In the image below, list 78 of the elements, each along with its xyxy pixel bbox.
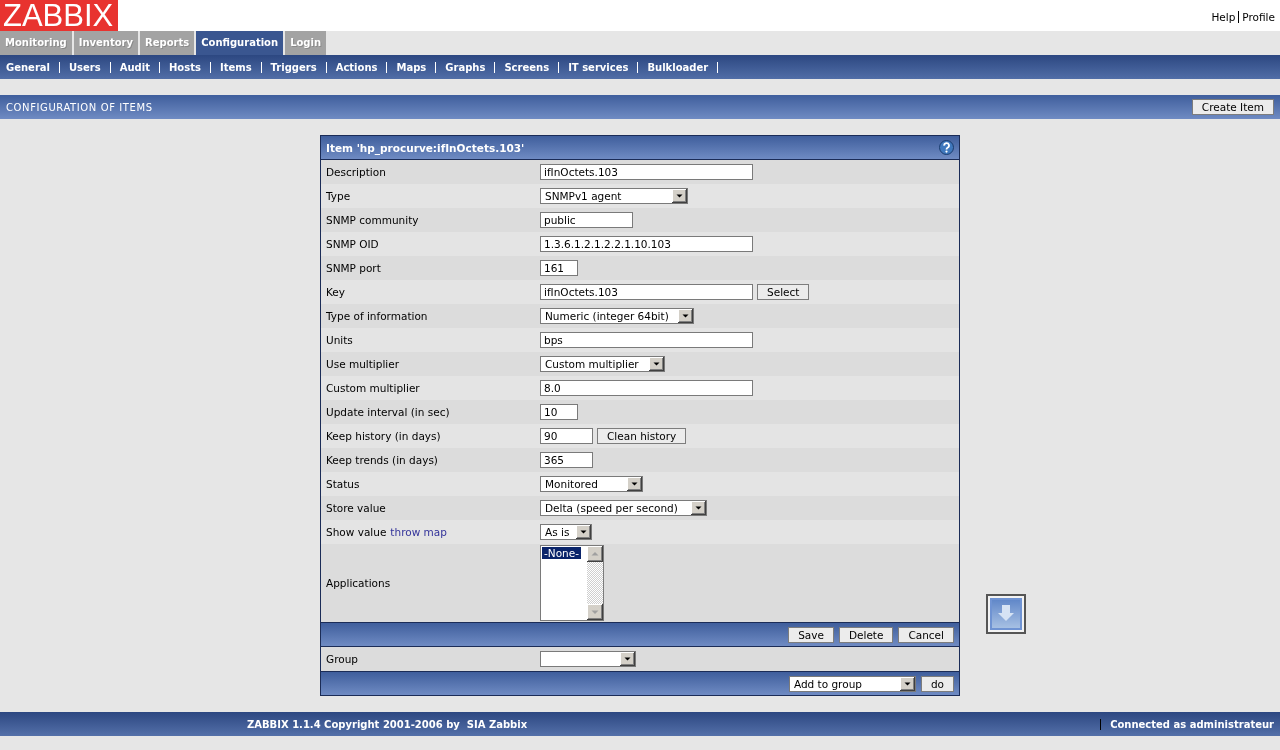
units-field[interactable]: bps: [540, 332, 753, 348]
mass-action-dropdown[interactable]: Add to group: [788, 675, 916, 692]
logo: ZABBIX: [0, 0, 118, 31]
group-dropdown[interactable]: [540, 651, 636, 667]
field-label: Keep trends (in days): [326, 454, 438, 466]
copyright-text: ZABBIX 1.1.4 Copyright 2001-2006 by SIA Zabbix: [246, 718, 528, 730]
description-field[interactable]: ifInOctets.103: [540, 164, 753, 180]
dropdown-arrow-icon[interactable]: [576, 525, 591, 539]
field-label: Use multiplier: [326, 358, 400, 370]
help-icon[interactable]: [939, 140, 954, 155]
dropdown-arrow-icon[interactable]: [672, 189, 687, 203]
connection-status: Connected as administrateur: [1110, 718, 1274, 730]
menu-link[interactable]: Hosts: [169, 61, 201, 73]
scroll-down-icon[interactable]: [587, 604, 603, 620]
dropdown-arrow-icon[interactable]: [627, 477, 642, 491]
menu-link[interactable]: IT services: [568, 61, 629, 73]
field-label: Group: [326, 653, 358, 665]
field-label: Type: [326, 190, 351, 202]
field-label: Keep history (in days): [326, 430, 441, 442]
menu-link[interactable]: Items: [219, 61, 252, 73]
field-label: SNMP port: [326, 262, 381, 274]
field-label: SNMP OID: [326, 238, 379, 250]
field-label: Status: [326, 478, 360, 490]
menu-link[interactable]: Screens: [504, 61, 550, 73]
dropdown-arrow-icon[interactable]: [678, 309, 693, 323]
nav-tab[interactable]: Configuration: [196, 31, 284, 55]
create-item-button[interactable]: Create Item: [1191, 99, 1274, 115]
field-label: Applications: [326, 577, 391, 589]
header-link[interactable]: Help: [1211, 11, 1236, 23]
snmp-community-field[interactable]: public: [540, 212, 633, 228]
field-label: Key: [326, 286, 346, 298]
dropdown-arrow-icon[interactable]: [649, 357, 664, 371]
type-dropdown[interactable]: SNMPv1 agent: [540, 188, 688, 204]
key-field[interactable]: ifInOctets.103: [540, 284, 753, 300]
menu-link[interactable]: General: [6, 61, 50, 73]
field-label: Custom multiplier: [326, 382, 420, 394]
menu-link[interactable]: Graphs: [445, 61, 486, 73]
scrollbar[interactable]: [587, 546, 603, 620]
dropdown-arrow-icon[interactable]: [691, 501, 706, 515]
header-link[interactable]: Profile: [1242, 11, 1275, 23]
snmp-port-field[interactable]: 161: [540, 260, 578, 276]
page-title: CONFIGURATION OF ITEMS: [6, 101, 153, 113]
menu-link[interactable]: Bulkloader: [647, 61, 709, 73]
information-type-dropdown[interactable]: Numeric (integer 64bit): [540, 308, 694, 324]
field-label: Units: [326, 334, 353, 346]
field-label: Show value throw map: [326, 526, 447, 538]
field-label: SNMP community: [326, 214, 419, 226]
menu-link[interactable]: Audit: [119, 61, 150, 73]
list-option[interactable]: -None-: [542, 547, 581, 559]
keep-trends-field[interactable]: 365: [540, 452, 593, 468]
throw-map-link[interactable]: throw map: [390, 526, 447, 538]
scroll-up-icon[interactable]: [587, 546, 603, 562]
menu-link[interactable]: Maps: [396, 61, 427, 73]
field-label: Description: [326, 166, 386, 178]
dropdown-arrow-icon[interactable]: [899, 676, 915, 691]
menu-link[interactable]: Actions: [335, 61, 378, 73]
field-label: Store value: [326, 502, 386, 514]
status-dropdown[interactable]: Monitored: [540, 476, 643, 492]
applications-listbox[interactable]: -None-: [540, 545, 604, 621]
cancel-button[interactable]: Cancel: [898, 626, 954, 643]
show-value-dropdown[interactable]: As is: [540, 524, 592, 540]
multiplier-dropdown[interactable]: Custom multiplier: [540, 356, 665, 372]
clean-history-button[interactable]: Clean history: [597, 428, 687, 444]
menu-link[interactable]: Triggers: [270, 61, 317, 73]
save-button[interactable]: Save: [788, 626, 834, 643]
dropdown-arrow-icon[interactable]: [620, 652, 635, 666]
snmp-oid-field[interactable]: 1.3.6.1.2.1.2.2.1.10.103: [540, 236, 753, 252]
do-button[interactable]: do: [920, 675, 954, 692]
field-label: Type of information: [326, 310, 428, 322]
update-interval-field[interactable]: 10: [540, 404, 578, 420]
form-title: Item 'hp_procurve:ifInOctets.103': [326, 141, 525, 154]
field-label: Update interval (in sec): [326, 406, 450, 418]
keep-history-field[interactable]: 90: [540, 428, 593, 444]
menu-link[interactable]: Users: [69, 61, 101, 73]
select-button[interactable]: Select: [757, 284, 810, 300]
custom-multiplier-field[interactable]: 8.0: [540, 380, 753, 396]
store-value-dropdown[interactable]: Delta (speed per second): [540, 500, 707, 516]
delete-button[interactable]: Delete: [838, 626, 894, 643]
